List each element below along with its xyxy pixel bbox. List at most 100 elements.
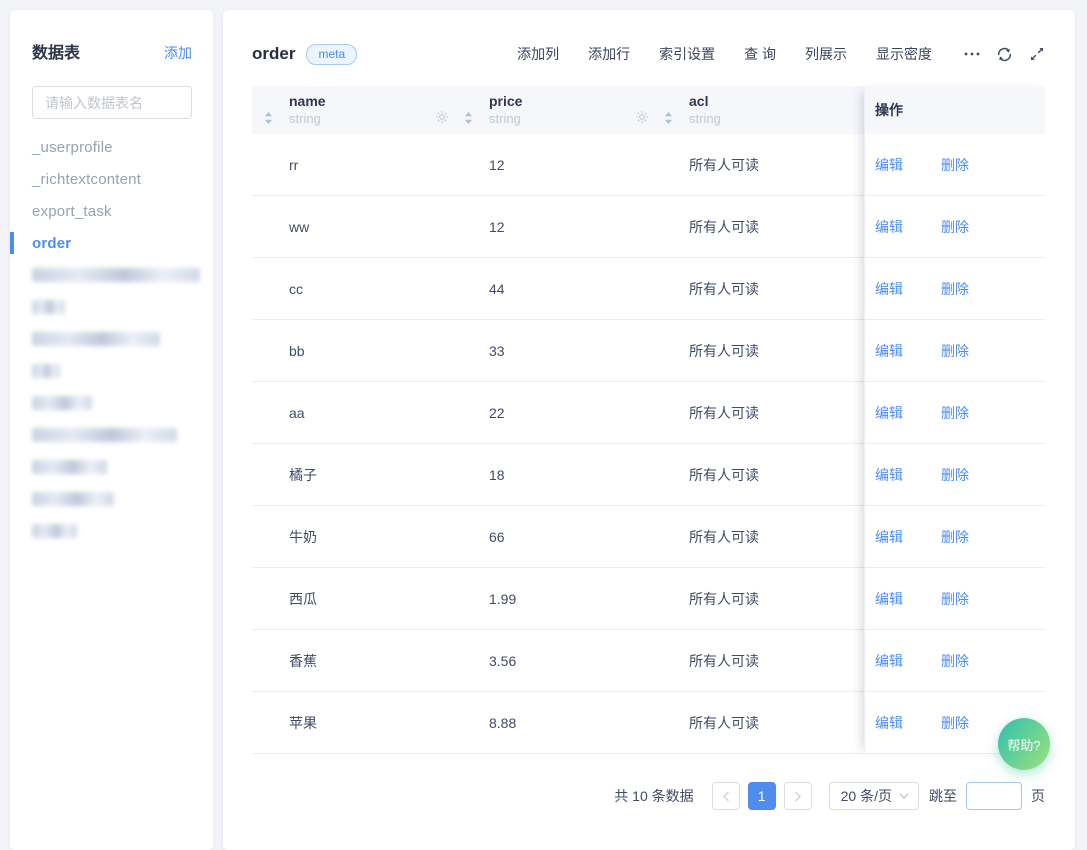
delete-link[interactable]: 删除 — [941, 155, 969, 175]
cell-price: 8.88 — [452, 715, 652, 731]
row-actions: 编辑 删除 — [865, 258, 1045, 320]
redacted-text — [32, 428, 177, 442]
sidebar-item-redacted[interactable] — [10, 355, 213, 387]
sidebar-item-redacted[interactable] — [10, 259, 213, 291]
delete-link[interactable]: 删除 — [941, 527, 969, 547]
cell-name: ww — [252, 219, 452, 235]
pagination: 共 10 条数据 1 20 条/页 跳至 页 — [223, 782, 1045, 810]
index-settings-button[interactable]: 索引设置 — [659, 44, 715, 64]
table-search-input[interactable] — [32, 86, 192, 119]
edit-link[interactable]: 编辑 — [875, 465, 903, 485]
gear-icon[interactable] — [435, 110, 449, 124]
query-button[interactable]: 查 询 — [744, 44, 776, 64]
toolbar: 添加列 添加行 索引设置 查 询 列展示 显示密度 — [517, 44, 1045, 64]
add-column-button[interactable]: 添加列 — [517, 44, 559, 64]
delete-link[interactable]: 删除 — [941, 589, 969, 609]
sidebar-header: 数据表 添加 — [10, 10, 213, 66]
display-density-button[interactable]: 显示密度 — [876, 44, 932, 64]
prev-page-button[interactable] — [712, 782, 740, 810]
expand-icon[interactable] — [1029, 46, 1045, 62]
sidebar-item-order[interactable]: order — [10, 227, 213, 259]
operations-column: 操作 编辑 删除 编辑 删除 编辑 删除 编辑 删除 编辑 删除 编辑 删除 编… — [864, 86, 1045, 754]
delete-link[interactable]: 删除 — [941, 465, 969, 485]
sort-icon[interactable] — [464, 111, 473, 125]
chevron-down-icon — [899, 793, 909, 799]
toolbar-icons — [964, 46, 1045, 63]
edit-link[interactable]: 编辑 — [875, 589, 903, 609]
cell-price: 22 — [452, 405, 652, 421]
page-size-value: 20 条/页 — [841, 786, 892, 806]
sidebar-item-redacted[interactable] — [10, 451, 213, 483]
sidebar-item-redacted[interactable] — [10, 387, 213, 419]
edit-link[interactable]: 编辑 — [875, 713, 903, 733]
redacted-text — [32, 300, 65, 314]
sidebar-item[interactable]: export_task — [10, 195, 213, 227]
edit-link[interactable]: 编辑 — [875, 403, 903, 423]
page-title: order — [252, 40, 295, 68]
sidebar-item-label: export_task — [32, 203, 112, 220]
cell-price: 3.56 — [452, 653, 652, 669]
delete-link[interactable]: 删除 — [941, 651, 969, 671]
add-row-button[interactable]: 添加行 — [588, 44, 630, 64]
row-actions: 编辑 删除 — [865, 196, 1045, 258]
redacted-text — [32, 268, 200, 282]
gear-icon[interactable] — [635, 110, 649, 124]
delete-link[interactable]: 删除 — [941, 403, 969, 423]
edit-link[interactable]: 编辑 — [875, 651, 903, 671]
main-panel: order meta 添加列添加行索引设置查 询列展示显示密度 — [223, 10, 1075, 850]
page-unit-label: 页 — [1031, 786, 1045, 806]
table-list: _userprofile _richtextcontent export_tas… — [10, 131, 213, 547]
cell-price: 12 — [452, 219, 652, 235]
column-type: string — [689, 111, 721, 127]
cell-price: 1.99 — [452, 591, 652, 607]
cell-acl: 所有人可读 — [652, 403, 852, 423]
more-icon[interactable] — [964, 52, 980, 56]
delete-link[interactable]: 删除 — [941, 217, 969, 237]
page-size-select[interactable]: 20 条/页 — [829, 782, 919, 810]
cell-price: 12 — [452, 157, 652, 173]
cell-name: 牛奶 — [252, 527, 452, 547]
sort-icon[interactable] — [264, 111, 273, 125]
sidebar-item-redacted[interactable] — [10, 483, 213, 515]
sidebar-item-redacted[interactable] — [10, 419, 213, 451]
tables-sidebar: 数据表 添加 _userprofile _richtextcontent exp… — [10, 10, 213, 850]
data-table: name string price string — [252, 86, 1045, 754]
cell-acl: 所有人可读 — [652, 589, 852, 609]
redacted-text — [32, 332, 160, 346]
help-button[interactable]: 帮助? — [998, 718, 1050, 770]
jump-page-input[interactable] — [966, 782, 1022, 810]
delete-link[interactable]: 删除 — [941, 341, 969, 361]
delete-link[interactable]: 删除 — [941, 279, 969, 299]
edit-link[interactable]: 编辑 — [875, 527, 903, 547]
sidebar-item-redacted[interactable] — [10, 515, 213, 547]
sidebar-item[interactable]: _richtextcontent — [10, 163, 213, 195]
sidebar-item-redacted[interactable] — [10, 323, 213, 355]
cell-acl: 所有人可读 — [652, 341, 852, 361]
delete-link[interactable]: 删除 — [941, 713, 969, 733]
sort-icon[interactable] — [664, 111, 673, 125]
cell-name: 苹果 — [252, 713, 452, 733]
row-actions: 编辑 删除 — [865, 382, 1045, 444]
column-display-button[interactable]: 列展示 — [805, 44, 847, 64]
page-1-button[interactable]: 1 — [748, 782, 776, 810]
add-table-link[interactable]: 添加 — [164, 43, 192, 63]
edit-link[interactable]: 编辑 — [875, 341, 903, 361]
cell-name: aa — [252, 405, 452, 421]
next-page-button[interactable] — [784, 782, 812, 810]
cell-acl: 所有人可读 — [652, 713, 852, 733]
cell-acl: 所有人可读 — [652, 527, 852, 547]
refresh-icon[interactable] — [996, 46, 1013, 63]
cell-price: 66 — [452, 529, 652, 545]
edit-link[interactable]: 编辑 — [875, 279, 903, 299]
sidebar-item-redacted[interactable] — [10, 291, 213, 323]
cell-acl: 所有人可读 — [652, 217, 852, 237]
operations-header: 操作 — [865, 86, 1045, 134]
sidebar-item-label: _userprofile — [32, 139, 113, 156]
row-actions: 编辑 删除 — [865, 630, 1045, 692]
sidebar-item[interactable]: _userprofile — [10, 131, 213, 163]
edit-link[interactable]: 编辑 — [875, 155, 903, 175]
column-type: string — [489, 111, 522, 127]
main-header: order meta 添加列添加行索引设置查 询列展示显示密度 — [223, 10, 1075, 68]
edit-link[interactable]: 编辑 — [875, 217, 903, 237]
total-count: 共 10 条数据 — [614, 786, 693, 806]
